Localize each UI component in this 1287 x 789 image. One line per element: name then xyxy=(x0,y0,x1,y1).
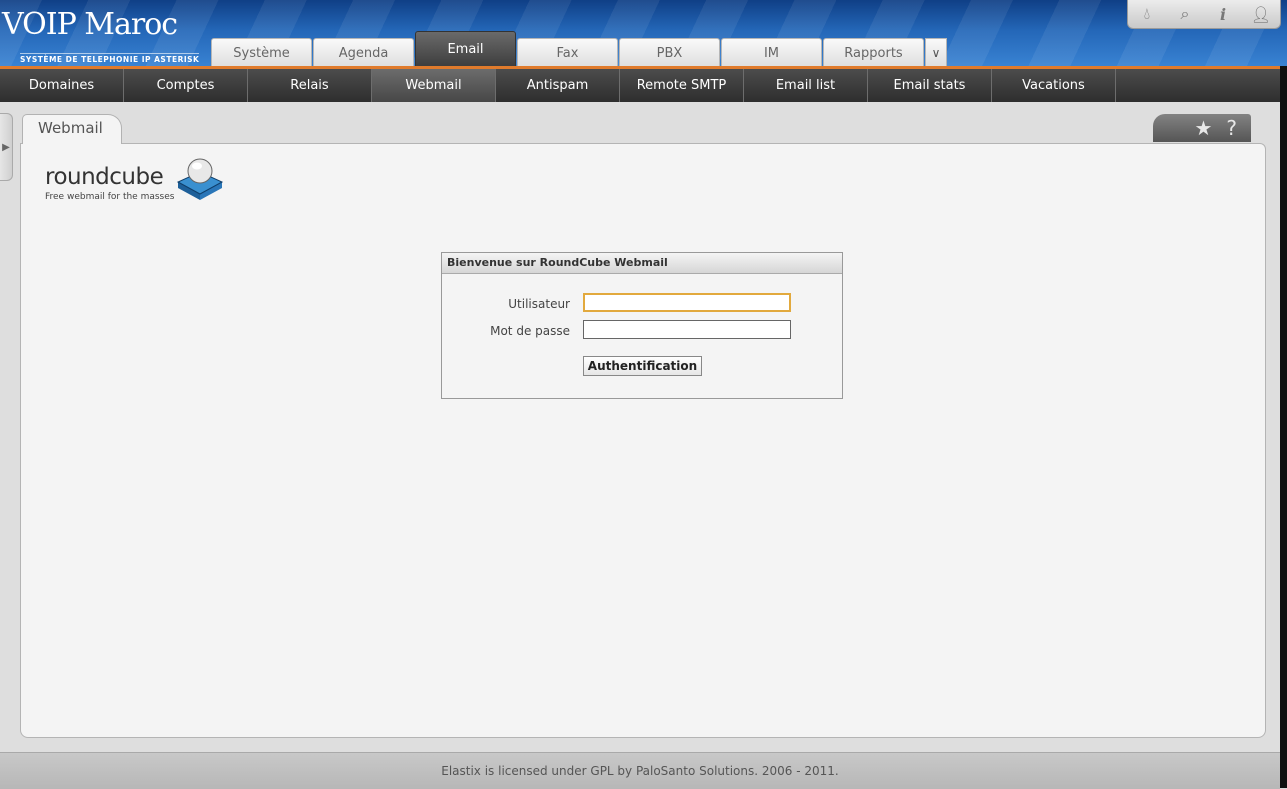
tab-pbx[interactable]: PBX xyxy=(619,38,720,67)
sub-navigation: Domaines Comptes Relais Webmail Antispam… xyxy=(0,69,1280,102)
roundcube-logo: roundcube Free webmail for the masses xyxy=(45,156,230,204)
roundcube-logo-tagline: Free webmail for the masses xyxy=(45,192,175,202)
roundcube-logo-word: roundcube xyxy=(45,164,164,190)
brand-tagline: SYSTÈME DE TELEPHONIE IP ASTERISK xyxy=(20,53,200,64)
main-tabs: Système Agenda Email Fax PBX IM Rapports… xyxy=(211,31,947,68)
subtab-domaines[interactable]: Domaines xyxy=(0,69,124,102)
drop-icon[interactable]: 💧︎ xyxy=(1132,4,1162,24)
subtab-antispam[interactable]: Antispam xyxy=(496,69,620,102)
sidebar-toggle[interactable]: ▶ xyxy=(0,113,13,181)
subtab-remote-smtp[interactable]: Remote SMTP xyxy=(620,69,744,102)
roundcube-cube-icon xyxy=(176,158,224,200)
tab-systeme[interactable]: Système xyxy=(211,38,312,67)
brand-logo[interactable]: VOIP Maroc SYSTÈME DE TELEPHONIE IP ASTE… xyxy=(2,8,207,66)
subtab-vacations[interactable]: Vacations xyxy=(992,69,1116,102)
chevron-right-icon: ▶ xyxy=(2,141,10,153)
tab-email[interactable]: Email xyxy=(415,31,516,67)
user-icon[interactable]: 👤︎ xyxy=(1246,5,1276,24)
password-input[interactable] xyxy=(583,320,791,339)
search-icon[interactable]: ⌕ xyxy=(1170,4,1200,24)
footer-text: Elastix is licensed under GPL by PaloSan… xyxy=(441,764,839,778)
tab-im[interactable]: IM xyxy=(721,38,822,67)
info-icon[interactable]: i xyxy=(1208,5,1238,24)
username-input[interactable] xyxy=(583,293,791,312)
login-button[interactable]: Authentification xyxy=(583,356,702,376)
app-header: VOIP Maroc SYSTÈME DE TELEPHONIE IP ASTE… xyxy=(0,0,1287,68)
page-title-tab: Webmail xyxy=(22,114,122,144)
more-tabs-button[interactable]: ∨ xyxy=(925,38,947,67)
top-icon-bar: 💧︎ ⌕ i 👤︎ xyxy=(1127,0,1281,29)
tab-agenda[interactable]: Agenda xyxy=(313,38,414,67)
login-form: Bienvenue sur RoundCube Webmail Utilisat… xyxy=(441,252,843,399)
brand-name: VOIP Maroc xyxy=(2,7,178,42)
password-label: Mot de passe xyxy=(490,324,570,338)
help-icon[interactable]: ? xyxy=(1226,116,1237,140)
subtab-email-stats[interactable]: Email stats xyxy=(868,69,992,102)
subtab-email-list[interactable]: Email list xyxy=(744,69,868,102)
star-icon[interactable]: ★ xyxy=(1194,116,1212,140)
chevron-down-icon: ∨ xyxy=(931,46,941,60)
footer: Elastix is licensed under GPL by PaloSan… xyxy=(0,752,1280,789)
content-panel xyxy=(20,143,1266,738)
window-edge xyxy=(1280,66,1287,788)
tab-fax[interactable]: Fax xyxy=(517,38,618,67)
page-actions: ★ ? xyxy=(1153,114,1251,142)
subtab-comptes[interactable]: Comptes xyxy=(124,69,248,102)
login-title: Bienvenue sur RoundCube Webmail xyxy=(442,253,842,274)
username-label: Utilisateur xyxy=(508,297,570,311)
tab-rapports[interactable]: Rapports xyxy=(823,38,924,67)
subtab-webmail[interactable]: Webmail xyxy=(372,69,496,102)
subtab-relais[interactable]: Relais xyxy=(248,69,372,102)
